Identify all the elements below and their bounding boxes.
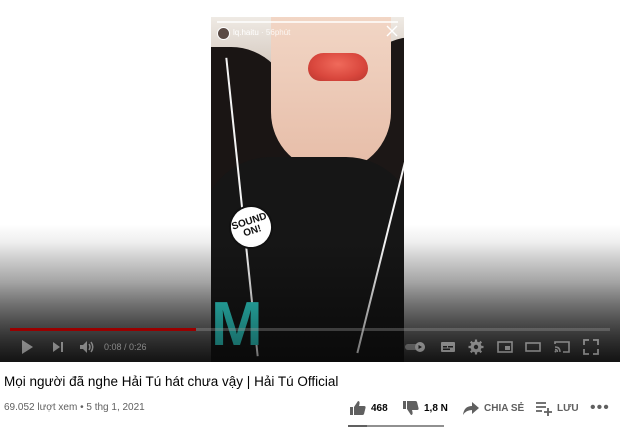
next-button[interactable] — [49, 338, 67, 356]
time-display: 0:08 / 0:26 — [104, 342, 147, 352]
progress-bar[interactable] — [10, 328, 610, 331]
story-progress-bar — [217, 21, 398, 23]
settings-button[interactable] — [467, 338, 485, 356]
miniplayer-button[interactable] — [496, 338, 514, 356]
add-to-playlist-icon — [536, 402, 552, 416]
dislike-count: 1,8 N — [424, 402, 448, 414]
publish-date: 5 thg 1, 2021 — [86, 402, 145, 413]
view-count: 69.052 lượt xem — [4, 402, 78, 413]
fullscreen-button[interactable] — [582, 338, 600, 356]
like-count: 468 — [371, 402, 388, 414]
subtitles-button[interactable] — [439, 338, 457, 356]
progress-played — [10, 328, 196, 331]
play-icon — [22, 340, 33, 354]
lips — [308, 53, 368, 81]
save-button[interactable]: LƯU — [535, 398, 579, 418]
fullscreen-icon — [583, 339, 599, 355]
share-button[interactable]: CHIA SẺ — [462, 398, 524, 418]
cast-button[interactable] — [553, 338, 571, 356]
dislike-button[interactable]: 1,8 N — [402, 398, 448, 418]
thumbs-up-icon — [350, 401, 366, 415]
close-icon — [386, 25, 398, 37]
time-current: 0:08 — [104, 342, 122, 352]
share-label: CHIA SẺ — [484, 402, 525, 414]
more-actions-button[interactable]: ••• — [590, 399, 610, 417]
autoplay-toggle-icon — [405, 342, 425, 352]
theater-icon — [525, 342, 541, 352]
time-total: 0:26 — [129, 342, 147, 352]
thumbs-down-icon — [403, 401, 419, 415]
face — [271, 17, 391, 172]
subtitles-icon — [441, 342, 455, 352]
sticker-text: SOUND ON! — [230, 210, 269, 240]
video-player[interactable]: M lq.haitu · 56phút SOUND ON! 0:08 / 0:2… — [0, 0, 620, 362]
username: lq.haitu — [233, 28, 259, 37]
like-ratio-fill — [348, 425, 368, 427]
autoplay-toggle[interactable] — [404, 338, 428, 356]
video-title: Mọi người đã nghe Hải Tú hát chưa vậy | … — [4, 374, 339, 389]
story-video-frame: M lq.haitu · 56phút — [211, 17, 404, 362]
avatar — [217, 27, 230, 40]
settings-icon — [468, 339, 484, 355]
video-meta: 69.052 lượt xem • 5 thg 1, 2021 — [4, 402, 145, 413]
meta-separator: • — [77, 402, 87, 413]
mute-button[interactable] — [78, 338, 96, 356]
time-separator: / — [121, 342, 130, 352]
theater-mode-button[interactable] — [524, 338, 542, 356]
more-icon: ••• — [590, 399, 610, 416]
volume-icon — [80, 341, 94, 353]
like-dislike-ratio-bar — [348, 425, 444, 427]
player-controls: 0:08 / 0:26 — [0, 334, 620, 360]
play-button[interactable] — [18, 338, 36, 356]
miniplayer-icon — [497, 341, 513, 353]
story-user: lq.haitu · 56phút — [233, 28, 291, 37]
cast-icon — [554, 341, 570, 353]
like-button[interactable]: 468 — [349, 398, 388, 418]
next-icon — [53, 342, 63, 352]
story-time: 56phút — [265, 28, 291, 37]
share-icon — [463, 402, 479, 415]
save-label: LƯU — [557, 402, 579, 414]
